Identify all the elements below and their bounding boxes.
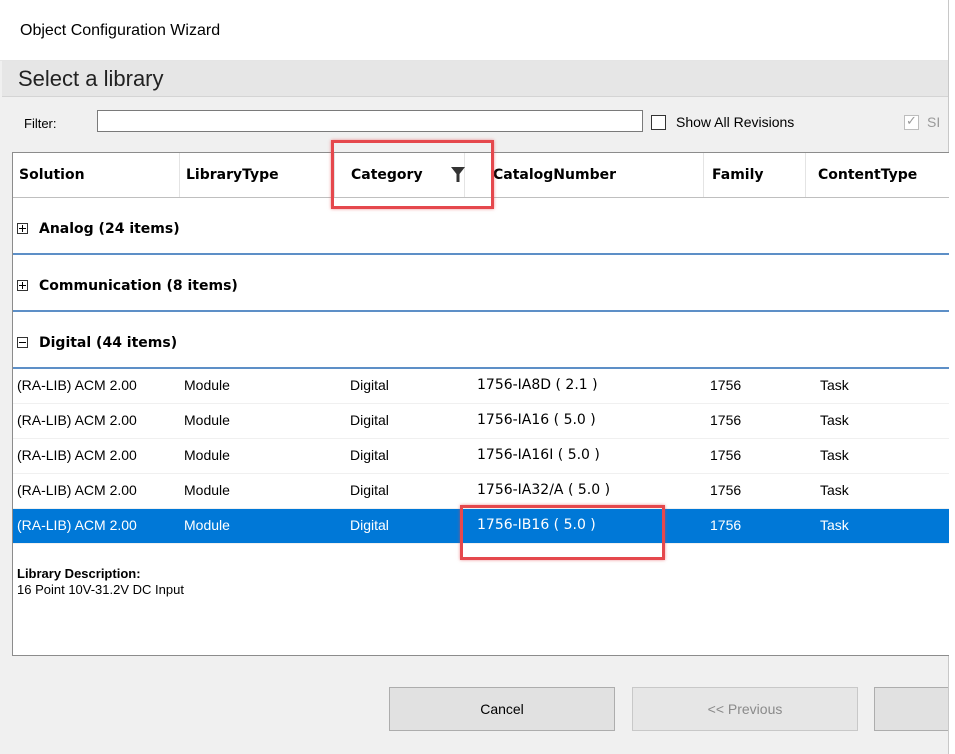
cell-family: 1756 [710, 482, 742, 498]
cut-off-checkbox-label: SI [927, 114, 941, 130]
table-row[interactable]: (RA-LIB) ACM 2.00 Module Digital 1756-IA… [13, 439, 949, 474]
library-description-panel: Library Description: 16 Point 10V-31.2V … [12, 560, 949, 656]
cell-family: 1756 [710, 412, 742, 428]
cell-solution: (RA-LIB) ACM 2.00 [17, 412, 137, 428]
cut-off-checkbox[interactable]: ✓ [904, 113, 919, 130]
cell-catalog-number: 1756-IA16I ( 5.0 ) [477, 447, 600, 463]
cell-solution: (RA-LIB) ACM 2.00 [17, 517, 137, 533]
cell-catalog-number: 1756-IA8D ( 2.1 ) [477, 377, 598, 393]
cell-library-type: Module [184, 412, 230, 428]
cell-library-type: Module [184, 482, 230, 498]
column-header-librarytype[interactable]: LibraryType [180, 153, 335, 197]
page-subheader: Select a library [2, 61, 948, 97]
cell-family: 1756 [710, 517, 742, 533]
highlight-box-selected-catalog [460, 505, 665, 560]
page-title: Select a library [18, 66, 164, 91]
group-row-communication[interactable]: Communication (8 items) [13, 266, 949, 312]
table-row[interactable]: (RA-LIB) ACM 2.00 Module Digital 1756-IA… [13, 369, 949, 404]
expand-plus-icon[interactable] [17, 223, 28, 234]
group-label: Communication (8 items) [39, 278, 238, 294]
next-button[interactable] [874, 687, 948, 731]
cancel-button[interactable]: Cancel [389, 687, 615, 731]
cell-library-type: Module [184, 377, 230, 393]
cell-content-type: Task [820, 482, 849, 498]
library-grid: Solution LibraryType Category CatalogNum… [12, 152, 949, 562]
group-label: Analog (24 items) [39, 221, 180, 237]
filter-input[interactable] [97, 110, 643, 132]
group-row-analog[interactable]: Analog (24 items) [13, 209, 949, 255]
column-header-catalognumber[interactable]: CatalogNumber [487, 153, 704, 197]
column-header-family[interactable]: Family [704, 153, 806, 197]
cell-content-type: Task [820, 447, 849, 463]
cell-category: Digital [350, 482, 389, 498]
title-bar: Object Configuration Wizard [0, 0, 948, 61]
description-value: 16 Point 10V-31.2V DC Input [17, 582, 184, 597]
cell-family: 1756 [710, 377, 742, 393]
show-all-revisions-checkbox[interactable] [651, 115, 666, 130]
cell-category: Digital [350, 517, 389, 533]
wizard-window: Object Configuration Wizard Select a lib… [0, 0, 949, 754]
cell-solution: (RA-LIB) ACM 2.00 [17, 447, 137, 463]
cell-category: Digital [350, 412, 389, 428]
show-all-revisions-label: Show All Revisions [676, 114, 795, 130]
cell-solution: (RA-LIB) ACM 2.00 [17, 377, 137, 393]
column-header-solution[interactable]: Solution [13, 153, 180, 197]
cell-category: Digital [350, 447, 389, 463]
group-label: Digital (44 items) [39, 335, 178, 351]
expand-plus-icon[interactable] [17, 280, 28, 291]
table-row[interactable]: (RA-LIB) ACM 2.00 Module Digital 1756-IA… [13, 474, 949, 509]
cell-category: Digital [350, 377, 389, 393]
window-title: Object Configuration Wizard [20, 22, 221, 39]
cell-family: 1756 [710, 447, 742, 463]
filter-label: Filter: [24, 116, 57, 131]
checkmark-icon: ✓ [906, 113, 917, 128]
group-row-digital[interactable]: Digital (44 items) [13, 323, 949, 369]
cell-catalog-number: 1756-IA32/A ( 5.0 ) [477, 482, 611, 498]
cell-content-type: Task [820, 412, 849, 428]
highlight-box-category-filter [331, 140, 494, 209]
column-header-contenttype[interactable]: ContentType [806, 153, 949, 197]
cell-solution: (RA-LIB) ACM 2.00 [17, 482, 137, 498]
cell-catalog-number: 1756-IA16 ( 5.0 ) [477, 412, 596, 428]
previous-button[interactable]: << Previous [632, 687, 858, 731]
cell-content-type: Task [820, 517, 849, 533]
cell-library-type: Module [184, 517, 230, 533]
cell-library-type: Module [184, 447, 230, 463]
cell-content-type: Task [820, 377, 849, 393]
description-label: Library Description: [17, 566, 141, 581]
collapse-minus-icon[interactable] [17, 337, 28, 348]
table-row[interactable]: (RA-LIB) ACM 2.00 Module Digital 1756-IA… [13, 404, 949, 439]
